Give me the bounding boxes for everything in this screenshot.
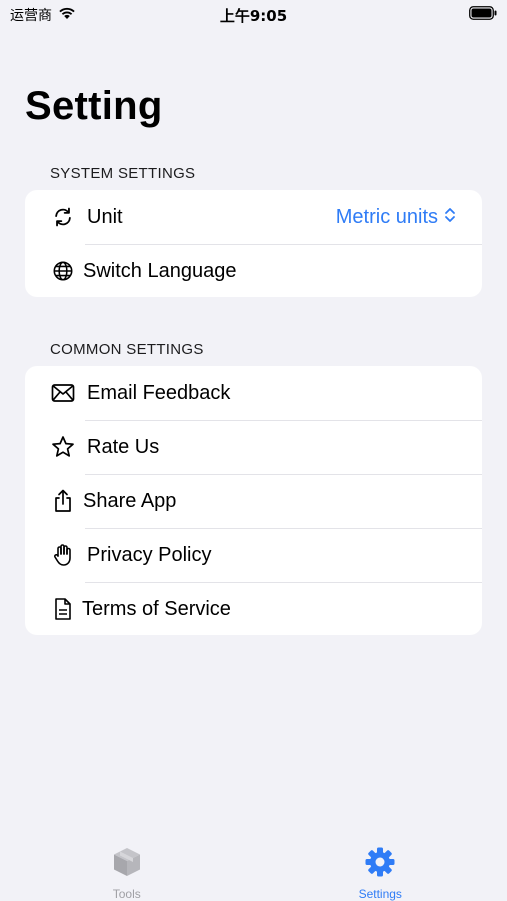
terms-of-service-label: Terms of Service [82, 598, 231, 621]
tab-tools[interactable]: Tools [0, 840, 254, 900]
battery-icon [469, 6, 497, 25]
document-icon [51, 597, 75, 621]
common-settings-group: Email Feedback Rate Us Share App [25, 366, 482, 635]
unit-selector[interactable]: Metric units [336, 206, 456, 229]
settings-row-share-app[interactable]: Share App [25, 474, 482, 528]
system-settings-group: Unit Metric units Switch Language [25, 190, 482, 297]
chevron-up-down-icon [444, 206, 456, 229]
settings-row-rate-us[interactable]: Rate Us [25, 420, 482, 474]
email-feedback-label: Email Feedback [87, 382, 230, 405]
settings-row-privacy-policy[interactable]: Privacy Policy [25, 528, 482, 582]
privacy-policy-label: Privacy Policy [87, 544, 211, 567]
status-time: 上午9:05 [0, 5, 507, 26]
settings-row-switch-language[interactable]: Switch Language [25, 244, 482, 297]
tab-settings[interactable]: Settings [254, 840, 507, 900]
tab-settings-label: Settings [359, 887, 402, 901]
unit-label: Unit [87, 206, 123, 229]
gear-icon [364, 846, 396, 883]
star-icon [51, 435, 75, 459]
globe-icon [51, 259, 75, 283]
share-icon [51, 489, 75, 513]
unit-value: Metric units [336, 206, 438, 229]
switch-language-label: Switch Language [83, 260, 236, 283]
share-app-label: Share App [83, 490, 176, 513]
status-bar: 运营商 上午9:05 [0, 0, 507, 28]
settings-row-unit[interactable]: Unit Metric units [25, 190, 482, 244]
section-header-common-settings: COMMON SETTINGS [50, 341, 204, 358]
tab-bar: Tools Settings [0, 840, 507, 900]
settings-row-terms-of-service[interactable]: Terms of Service [25, 582, 482, 635]
section-header-system-settings: SYSTEM SETTINGS [50, 165, 195, 182]
envelope-icon [51, 381, 75, 405]
arrows-cycle-icon [51, 205, 75, 229]
page-title: Setting [25, 84, 163, 129]
rate-us-label: Rate Us [87, 436, 159, 459]
cube-icon [111, 846, 143, 883]
hand-icon [51, 543, 75, 567]
settings-row-email-feedback[interactable]: Email Feedback [25, 366, 482, 420]
tab-tools-label: Tools [113, 887, 141, 901]
